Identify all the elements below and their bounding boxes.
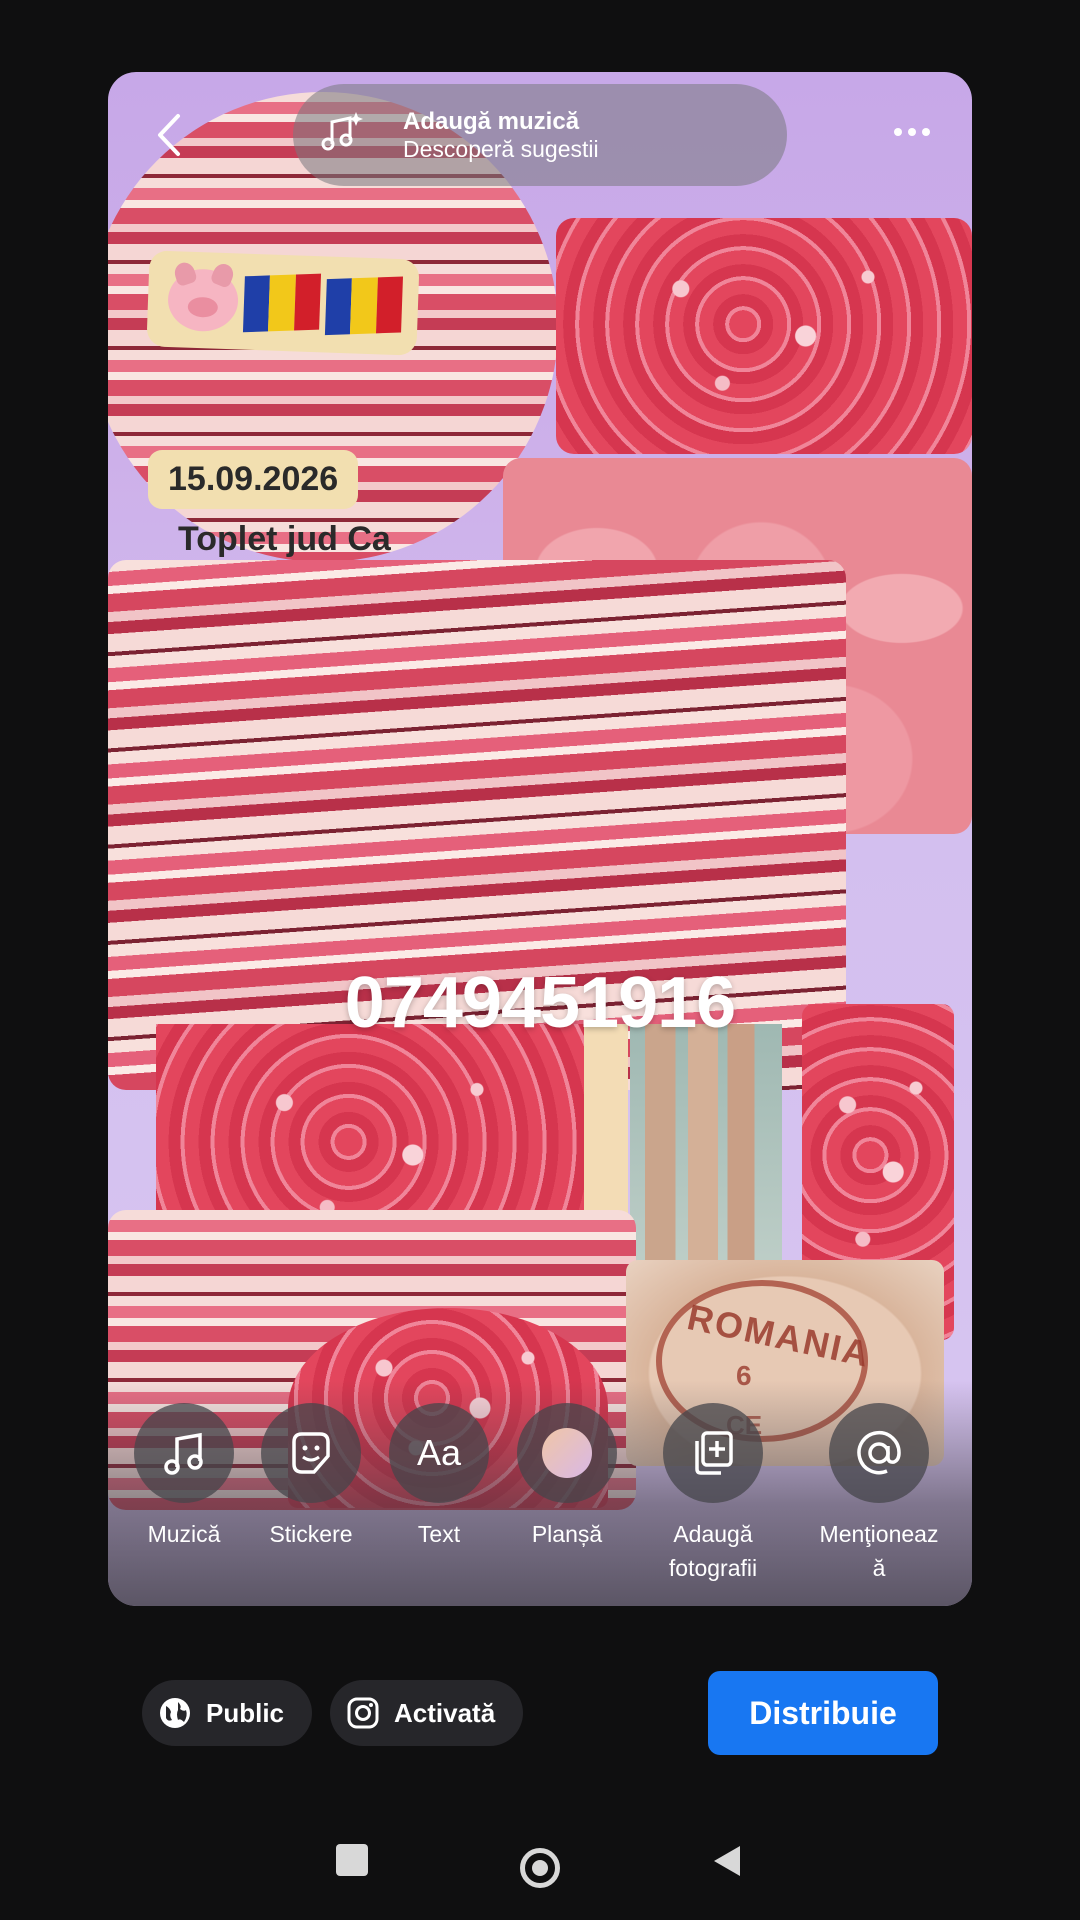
chevron-left-icon [158,114,180,156]
photo-pork-neck-top[interactable] [556,218,972,454]
circle-home-icon [520,1848,560,1888]
tool-background[interactable]: Planșă [492,1403,642,1551]
tool-label-background: Planșă [531,1521,603,1547]
more-dots-icon [894,128,902,136]
tool-label-add-photos: Adaugă fotografii [668,1521,758,1581]
location-text-sticker[interactable]: Toplet jud Ca [178,520,391,559]
globe-icon [160,1698,190,1728]
instagram-share-toggle[interactable]: Activată [330,1680,523,1746]
pig-face-icon [166,268,240,333]
sticker-icon [292,1432,330,1474]
romania-flag-icon [324,276,403,336]
more-options-button[interactable] [890,122,934,142]
audience-label: Public [206,1697,285,1728]
romania-flag-icon [242,273,322,333]
instagram-label: Activată [394,1697,496,1728]
instagram-icon [347,1697,379,1729]
text-aa-icon: Aa [416,1432,462,1473]
nav-back-button[interactable] [712,1844,742,1883]
music-note-icon [164,1432,203,1475]
background-color-icon [542,1428,592,1478]
tool-label-mention: Menţioneaz ă [819,1521,939,1581]
audience-public-button[interactable]: Public [142,1680,312,1746]
tool-mention[interactable]: Menţioneaz ă [804,1403,954,1585]
nav-home-button[interactable] [520,1848,560,1888]
tool-add-photos[interactable]: Adaugă fotografii [638,1403,788,1585]
mention-at-icon [857,1430,901,1475]
back-button[interactable] [150,110,190,160]
triangle-back-icon [714,1846,740,1876]
phone-number-text[interactable]: 0749451916 [0,962,1080,1044]
pig-flags-sticker[interactable] [146,250,420,356]
add-photos-icon [695,1431,733,1475]
date-text-sticker[interactable]: 15.09.2026 [148,450,359,509]
square-icon [336,1844,368,1876]
music-sparkle-icon [318,110,364,156]
nav-recents-button[interactable] [336,1844,368,1876]
add-music-subtitle: Descoperă sugestii [403,136,599,162]
share-button[interactable]: Distribuie [708,1671,938,1755]
add-music-title: Adaugă muzică [403,108,580,135]
